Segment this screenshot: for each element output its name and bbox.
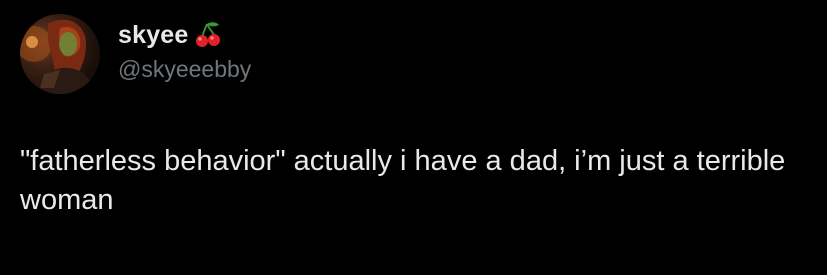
avatar-illustration bbox=[20, 19, 94, 94]
profile-avatar[interactable] bbox=[20, 14, 100, 94]
tweet-card: skyee @skyeeebby "fatherless behavior" a… bbox=[0, 0, 827, 275]
tweet-header: skyee @skyeeebby bbox=[118, 18, 251, 83]
cherry-icon bbox=[193, 20, 223, 50]
display-name[interactable]: skyee bbox=[118, 21, 189, 50]
user-handle[interactable]: @skyeeebby bbox=[118, 56, 251, 83]
name-row: skyee bbox=[118, 18, 251, 52]
tweet-text: "fatherless behavior" actually i have a … bbox=[20, 145, 794, 216]
